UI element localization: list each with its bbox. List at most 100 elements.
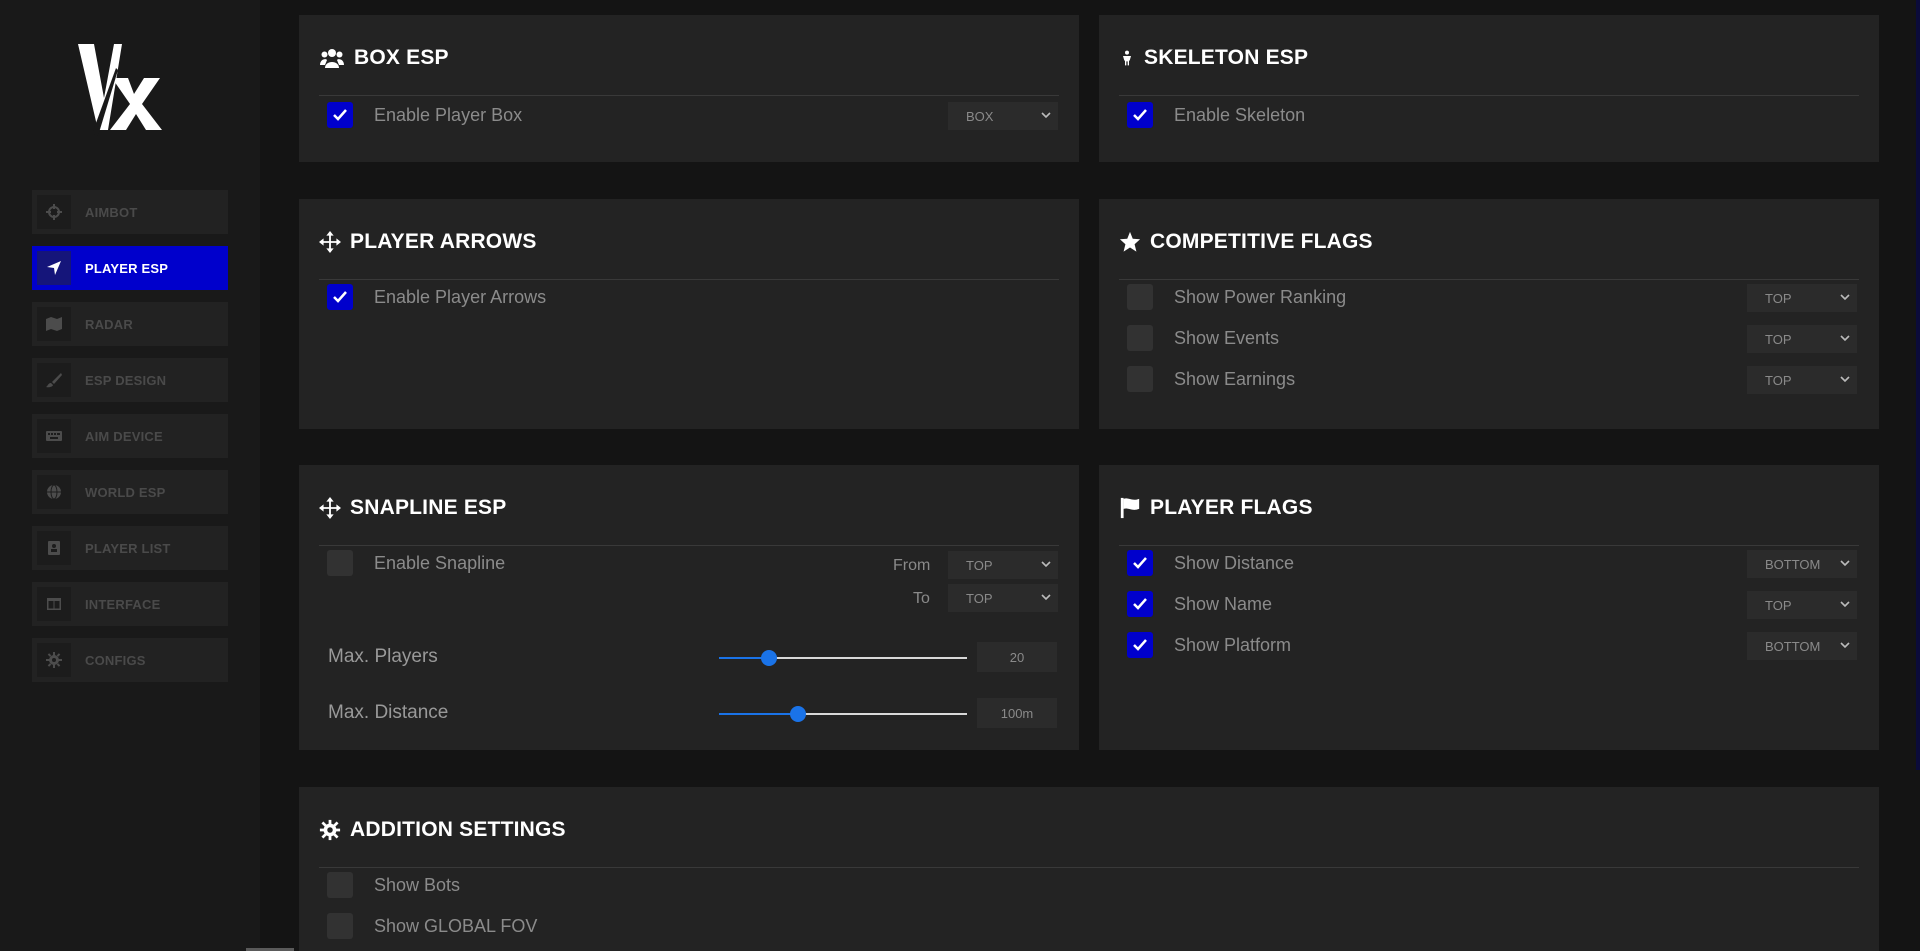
child-icon	[1123, 50, 1131, 66]
select-value: TOP	[1765, 331, 1792, 347]
box-style-value: BOX	[966, 108, 994, 124]
show-distance-label: Show Distance	[1174, 552, 1295, 573]
enable-snapline-checkbox[interactable]	[327, 550, 353, 576]
show-bots-checkbox[interactable]	[327, 872, 353, 898]
enable-skeleton-row: Enable Skeleton	[1127, 101, 1305, 129]
sidebar-item-radar[interactable]: RADAR	[32, 302, 228, 346]
panel-header: PLAYER ARROWS	[319, 199, 1059, 280]
enable-player-box-label: Enable Player Box	[374, 104, 523, 125]
show-global-fov-checkbox[interactable]	[327, 913, 353, 939]
show-events-label: Show Events	[1174, 327, 1280, 348]
max-players-label: Max. Players	[328, 646, 438, 667]
enable-player-arrows-row: Enable Player Arrows	[327, 283, 546, 311]
show-platform-row: Show Platform	[1127, 631, 1291, 659]
enable-player-arrows-checkbox[interactable]	[327, 284, 353, 310]
sidebar-item-esp-design[interactable]: ESP DESIGN	[32, 358, 228, 402]
show-platform-checkbox[interactable]	[1127, 632, 1153, 658]
gear-icon	[319, 819, 341, 841]
snapline-to-select[interactable]: TOP	[948, 584, 1058, 612]
box-style-select[interactable]: BOX	[948, 102, 1058, 130]
sidebar-item-label: PLAYER LIST	[85, 540, 171, 556]
sidebar-item-label: AIM DEVICE	[85, 428, 163, 444]
max-players-value[interactable]: 20	[977, 642, 1057, 672]
enable-skeleton-label: Enable Skeleton	[1174, 104, 1306, 125]
show-distance-row: Show Distance	[1127, 549, 1294, 577]
sidebar-item-label: CONFIGS	[85, 652, 146, 668]
player-flags-panel: PLAYER FLAGS Show Distance BOTTOM Show N…	[1099, 465, 1879, 750]
panel-title: SNAPLINE ESP	[350, 496, 507, 519]
users-icon	[320, 49, 344, 68]
check-icon	[333, 109, 347, 121]
show-bots-label: Show Bots	[374, 874, 461, 895]
earnings-position-select[interactable]: TOP	[1747, 366, 1857, 394]
panel-title: PLAYER FLAGS	[1150, 496, 1313, 519]
app-window: AIMBOT PLAYER ESP RADAR ESP DESIGN AIM D…	[0, 0, 1920, 951]
snapline-from-select[interactable]: TOP	[948, 551, 1058, 579]
enable-player-box-row: Enable Player Box	[327, 101, 522, 129]
crosshair-icon	[37, 195, 71, 229]
panel-header: SKELETON ESP	[1119, 15, 1859, 96]
panel-header: SNAPLINE ESP	[319, 465, 1059, 546]
chevron-down-icon	[1840, 601, 1850, 608]
name-position-select[interactable]: TOP	[1747, 591, 1857, 619]
sidebar-item-aim-device[interactable]: AIM DEVICE	[32, 414, 228, 458]
power-ranking-position-select[interactable]: TOP	[1747, 284, 1857, 312]
select-value: BOTTOM	[1765, 638, 1821, 654]
arrows-move-icon	[319, 231, 341, 253]
chevron-down-icon	[1041, 594, 1051, 601]
arrows-move-icon	[319, 497, 341, 519]
show-bots-row: Show Bots	[327, 871, 460, 899]
slider-handle[interactable]	[760, 650, 777, 666]
sidebar-item-label: WORLD ESP	[85, 484, 166, 500]
panel-header: ADDITION SETTINGS	[319, 787, 1859, 868]
select-value: BOTTOM	[1765, 556, 1821, 572]
panel-title: COMPETITIVE FLAGS	[1150, 230, 1373, 253]
sidebar-item-label: PLAYER ESP	[85, 260, 169, 276]
enable-player-box-checkbox[interactable]	[327, 102, 353, 128]
platform-position-select[interactable]: BOTTOM	[1747, 632, 1857, 660]
snapline-to-label: To	[913, 590, 930, 607]
sidebar-item-configs[interactable]: CONFIGS	[32, 638, 228, 682]
max-distance-value[interactable]: 100m	[977, 698, 1057, 728]
panel-title: SKELETON ESP	[1144, 46, 1309, 69]
sidebar-item-label: ESP DESIGN	[85, 372, 167, 388]
check-icon	[1133, 639, 1147, 651]
sidebar-item-world-esp[interactable]: WORLD ESP	[32, 470, 228, 514]
max-distance-label: Max. Distance	[328, 702, 449, 723]
sidebar-item-player-esp[interactable]: PLAYER ESP	[32, 246, 228, 290]
star-icon	[1119, 231, 1141, 252]
show-power-ranking-checkbox[interactable]	[1127, 284, 1153, 310]
select-value: TOP	[1765, 290, 1792, 306]
show-earnings-checkbox[interactable]	[1127, 366, 1153, 392]
panel-header: PLAYER FLAGS	[1119, 465, 1859, 546]
distance-position-select[interactable]: BOTTOM	[1747, 550, 1857, 578]
gear-icon	[37, 643, 71, 677]
sidebar-item-aimbot[interactable]: AIMBOT	[32, 190, 228, 234]
panel-title: ADDITION SETTINGS	[350, 818, 566, 841]
addition-settings-panel: ADDITION SETTINGS Show Bots Show GLOBAL …	[299, 787, 1879, 951]
chevron-down-icon	[1840, 294, 1850, 301]
flag-icon	[1120, 497, 1140, 519]
enable-skeleton-checkbox[interactable]	[1127, 102, 1153, 128]
show-name-checkbox[interactable]	[1127, 591, 1153, 617]
show-events-checkbox[interactable]	[1127, 325, 1153, 351]
select-value: TOP	[966, 557, 993, 573]
chevron-down-icon	[1041, 112, 1051, 119]
slider-handle[interactable]	[790, 706, 807, 722]
check-icon	[333, 291, 347, 303]
sidebar-item-player-list[interactable]: PLAYER LIST	[32, 526, 228, 570]
sidebar-item-interface[interactable]: INTERFACE	[32, 582, 228, 626]
sidebar: AIMBOT PLAYER ESP RADAR ESP DESIGN AIM D…	[0, 0, 260, 951]
show-events-row: Show Events	[1127, 324, 1279, 352]
show-distance-checkbox[interactable]	[1127, 550, 1153, 576]
max-distance-slider[interactable]	[719, 706, 967, 722]
brush-icon	[37, 363, 71, 397]
show-global-fov-row: Show GLOBAL FOV	[327, 912, 537, 940]
max-players-slider[interactable]	[719, 650, 967, 666]
keyboard-icon	[37, 419, 71, 453]
events-position-select[interactable]: TOP	[1747, 325, 1857, 353]
globe-icon	[37, 475, 71, 509]
snapline-esp-panel: SNAPLINE ESP Enable Snapline From TOP To…	[299, 465, 1079, 750]
competitive-flags-panel: COMPETITIVE FLAGS Show Power Ranking TOP…	[1099, 199, 1879, 429]
enable-snapline-row: Enable Snapline	[327, 549, 505, 577]
